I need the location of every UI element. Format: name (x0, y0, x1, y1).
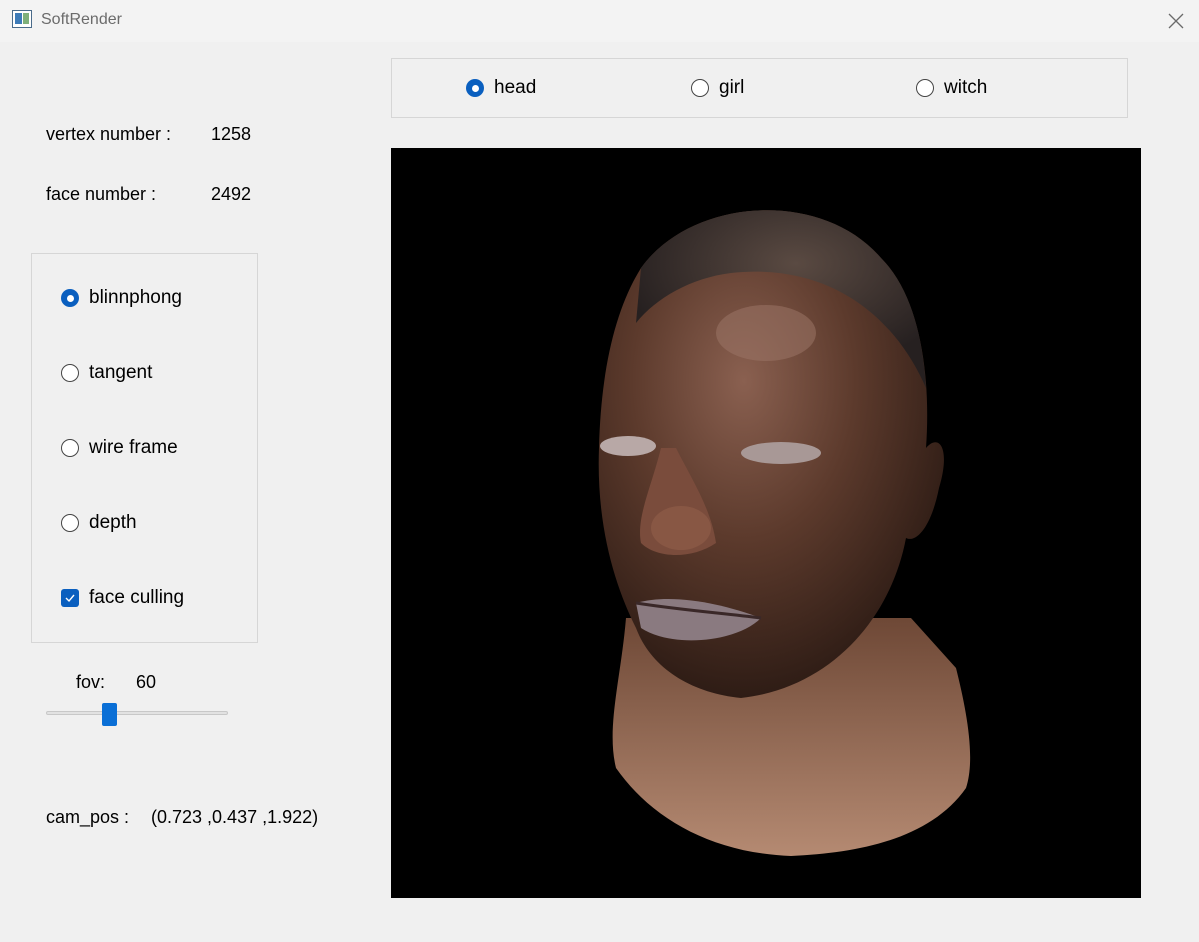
face-number-value: 2492 (211, 184, 252, 204)
vertex-number-label: vertex number : (46, 124, 172, 144)
radio-label: tangent (89, 362, 153, 383)
radio-label: witch (944, 77, 988, 98)
checkbox-indicator (61, 589, 79, 607)
radio-indicator (61, 364, 79, 382)
radio-label: blinnphong (89, 287, 182, 308)
window-title: SoftRender (41, 11, 122, 28)
radio-blinnphong[interactable]: blinnphong (61, 286, 182, 310)
face-culling-checkbox[interactable]: face culling (61, 586, 184, 610)
vertex-number-value: 1258 (211, 124, 252, 144)
title-bar: SoftRender (0, 0, 1199, 42)
radio-indicator (916, 79, 934, 97)
render-viewport[interactable] (391, 148, 1141, 898)
radio-label: girl (719, 77, 745, 98)
rendered-head-model (598, 210, 971, 856)
radio-label: depth (89, 512, 137, 533)
radio-girl[interactable]: girl (691, 76, 744, 100)
fov-slider-handle[interactable] (102, 703, 117, 726)
radio-indicator (691, 79, 709, 97)
face-number-label: face number : (46, 184, 157, 204)
radio-depth[interactable]: depth (61, 511, 137, 535)
fov-slider-track[interactable] (46, 711, 228, 715)
cam-pos-value: (0.723 ,0.437 ,1.922) (151, 807, 319, 827)
checkmark-icon (65, 594, 75, 603)
close-icon (1168, 13, 1184, 29)
radio-indicator (61, 514, 79, 532)
radio-indicator (61, 439, 79, 457)
radio-wire-frame[interactable]: wire frame (61, 436, 178, 460)
fov-value: 60 (136, 672, 157, 692)
cam-pos-label: cam_pos : (46, 807, 130, 827)
app-icon (12, 10, 32, 28)
radio-head[interactable]: head (466, 76, 536, 100)
radio-witch[interactable]: witch (916, 76, 987, 100)
radio-indicator (466, 79, 484, 97)
close-button[interactable] (1153, 0, 1199, 42)
fov-label: fov: (76, 672, 106, 692)
radio-label: head (494, 77, 537, 98)
radio-label: wire frame (89, 437, 178, 458)
radio-tangent[interactable]: tangent (61, 361, 152, 385)
checkbox-label: face culling (89, 587, 185, 608)
radio-indicator (61, 289, 79, 307)
